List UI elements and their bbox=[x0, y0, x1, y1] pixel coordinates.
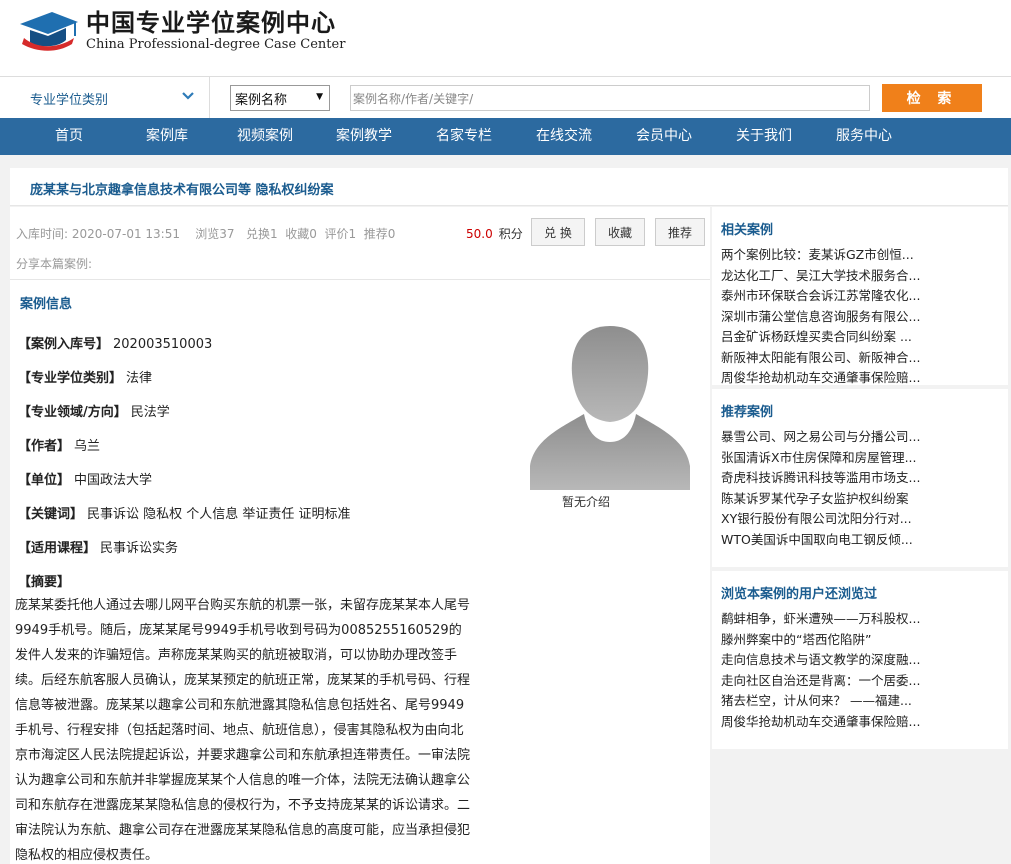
list-item[interactable]: 暴雪公司、网之易公司与分播公司... bbox=[721, 427, 1001, 448]
search-bar: 专业学位类别 案例名称 ▼ 案例名称/作者/关键字/ 检 索 bbox=[0, 76, 1011, 119]
field-case-number: 【案例入库号】 202003510003 bbox=[18, 333, 212, 352]
select-arrow-icon: ▼ bbox=[316, 92, 323, 102]
field-keywords: 【关键词】 民事诉讼 隐私权 个人信息 举证责任 证明标准 bbox=[18, 503, 351, 522]
field-key: 【专业学位类别】 bbox=[18, 371, 123, 386]
list-item[interactable]: 张国清诉X市住房保障和房屋管理... bbox=[721, 448, 1001, 469]
also-viewed-box: 浏览本案例的用户还浏览过 鹬蚌相争，虾米遭殃——万科股权... 滕州弊案中的“塔… bbox=[712, 571, 1008, 749]
field-key: 【单位】 bbox=[18, 473, 71, 488]
list-item[interactable]: 泰州市环保联合会诉江苏常隆农化... bbox=[721, 286, 1001, 307]
nav-item-expert-column[interactable]: 名家专栏 bbox=[414, 118, 514, 155]
list-item[interactable]: 新阪神太阳能有限公司、新阪神合... bbox=[721, 348, 1001, 369]
nav-item-case-teaching[interactable]: 案例教学 bbox=[314, 118, 414, 155]
field-key: 【案例入库号】 bbox=[18, 337, 110, 352]
field-key: 【作者】 bbox=[18, 439, 71, 454]
list-item[interactable]: 吕金矿诉杨跃煌买卖合同纠纷案 ... bbox=[721, 327, 1001, 348]
list-item[interactable]: 陈某诉罗某代孕子女监护权纠纷案 bbox=[721, 489, 1001, 510]
case-main-panel: 入库时间: 2020-07-01 13:51 浏览37 兑换1 收藏0 评价1 … bbox=[10, 207, 710, 864]
case-title-bar: 庞某某与北京趣拿信息技术有限公司等 隐私权纠纷案 bbox=[10, 168, 1008, 206]
recommend-button[interactable]: 推荐 bbox=[655, 218, 705, 246]
related-cases-box: 相关案例 两个案例比较：麦某诉GZ市创恒... 龙达化工厂、吴江大学技术服务合.… bbox=[712, 207, 1008, 385]
list-item[interactable]: 龙达化工厂、吴江大学技术服务合... bbox=[721, 266, 1001, 287]
field-key: 【专业领域/方向】 bbox=[18, 405, 127, 420]
field-domain: 【专业领域/方向】 民法学 bbox=[18, 401, 170, 420]
field-value: 中国政法大学 bbox=[74, 473, 153, 488]
share-label: 分享本篇案例: bbox=[16, 257, 93, 271]
field-key: 【适用课程】 bbox=[18, 541, 97, 556]
exchange-button[interactable]: 兑 换 bbox=[531, 218, 585, 246]
list-item[interactable]: 周俊华抢劫机动车交通肇事保险赔... bbox=[721, 368, 1001, 389]
site-title-cn: 中国专业学位案例中心 bbox=[86, 9, 336, 37]
points-unit: 积分 bbox=[498, 227, 523, 241]
list-item[interactable]: 走向社区自治还是背离：一个居委... bbox=[721, 671, 1001, 692]
abstract-title: 【摘要】 bbox=[18, 575, 71, 590]
search-type-select[interactable]: 案例名称 ▼ bbox=[230, 85, 330, 111]
graduation-cap-icon bbox=[20, 12, 78, 51]
nav-item-about-us[interactable]: 关于我们 bbox=[714, 118, 814, 155]
field-value: 民法学 bbox=[130, 405, 170, 420]
abstract-text: 庞某某委托他人通过去哪儿网平台购买东航的机票一张，未留存庞某某本人尾号9949手… bbox=[15, 598, 471, 863]
field-value: 法律 bbox=[126, 371, 153, 386]
field-value: 202003510003 bbox=[113, 337, 213, 352]
also-viewed-list: 鹬蚌相争，虾米遭殃——万科股权... 滕州弊案中的“塔西佗陷阱” 走向信息技术与… bbox=[721, 609, 1001, 732]
list-item[interactable]: 两个案例比较：麦某诉GZ市创恒... bbox=[721, 245, 1001, 266]
related-cases-list: 两个案例比较：麦某诉GZ市创恒... 龙达化工厂、吴江大学技术服务合... 泰州… bbox=[721, 245, 1001, 389]
list-item[interactable]: 鹬蚌相争，虾米遭殃——万科股权... bbox=[721, 609, 1001, 630]
avatar-caption: 暂无介绍 bbox=[562, 495, 611, 509]
person-placeholder-icon bbox=[530, 326, 690, 490]
field-value: 民事诉讼实务 bbox=[100, 541, 179, 556]
search-button[interactable]: 检 索 bbox=[882, 84, 982, 112]
chevron-down-icon bbox=[182, 92, 194, 100]
field-key: 【关键词】 bbox=[18, 507, 84, 522]
nav-item-home[interactable]: 首页 bbox=[20, 118, 118, 155]
list-item[interactable]: 滕州弊案中的“塔西佗陷阱” bbox=[721, 630, 1001, 651]
search-placeholder: 案例名称/作者/关键字/ bbox=[353, 91, 474, 106]
nav-item-online-exchange[interactable]: 在线交流 bbox=[514, 118, 614, 155]
list-item[interactable]: 奇虎科技诉腾讯科技等滥用市场支... bbox=[721, 468, 1001, 489]
nav-item-service-center[interactable]: 服务中心 bbox=[814, 118, 914, 155]
list-item[interactable]: 走向信息技术与语文教学的深度融... bbox=[721, 650, 1001, 671]
main-nav: 首页 案例库 视频案例 案例教学 名家专栏 在线交流 会员中心 关于我们 服务中… bbox=[0, 118, 1011, 155]
favorite-button[interactable]: 收藏 bbox=[595, 218, 645, 246]
field-value: 乌兰 bbox=[74, 439, 101, 454]
list-item[interactable]: 猪去栏空，计从何来？ ——福建... bbox=[721, 691, 1001, 712]
site-header: 中国专业学位案例中心 China Professional-degree Cas… bbox=[0, 0, 1011, 76]
recommended-cases-title: 推荐案例 bbox=[721, 405, 774, 420]
list-item[interactable]: XY银行股份有限公司沈阳分行对... bbox=[721, 509, 1001, 530]
nav-item-member-center[interactable]: 会员中心 bbox=[614, 118, 714, 155]
points-display: 50.0 积分 bbox=[466, 225, 523, 242]
field-unit: 【单位】 中国政法大学 bbox=[18, 469, 152, 488]
search-input[interactable]: 案例名称/作者/关键字/ bbox=[350, 85, 870, 111]
degree-category-dropdown[interactable]: 专业学位类别 bbox=[10, 77, 210, 119]
recommended-cases-box: 推荐案例 暴雪公司、网之易公司与分播公司... 张国清诉X市住房保障和房屋管理.… bbox=[712, 389, 1008, 567]
list-item[interactable]: 周俊华抢劫机动车交通肇事保险赔... bbox=[721, 712, 1001, 733]
field-value: 民事诉讼 隐私权 个人信息 举证责任 证明标准 bbox=[87, 507, 351, 522]
search-type-value: 案例名称 bbox=[235, 92, 288, 108]
also-viewed-title: 浏览本案例的用户还浏览过 bbox=[721, 587, 878, 602]
divider bbox=[10, 279, 710, 280]
field-course: 【适用课程】 民事诉讼实务 bbox=[18, 537, 178, 556]
site-logo[interactable]: 中国专业学位案例中心 China Professional-degree Cas… bbox=[18, 8, 345, 52]
list-item[interactable]: 深圳市蒲公堂信息咨询服务有限公... bbox=[721, 307, 1001, 328]
site-title-en: China Professional-degree Case Center bbox=[86, 37, 346, 52]
recommended-cases-list: 暴雪公司、网之易公司与分播公司... 张国清诉X市住房保障和房屋管理... 奇虎… bbox=[721, 427, 1001, 550]
nav-item-case-library[interactable]: 案例库 bbox=[118, 118, 216, 155]
case-title: 庞某某与北京趣拿信息技术有限公司等 隐私权纠纷案 bbox=[30, 183, 334, 198]
nav-item-video-cases[interactable]: 视频案例 bbox=[216, 118, 314, 155]
case-meta: 入库时间: 2020-07-01 13:51 浏览37 兑换1 收藏0 评价1 … bbox=[16, 227, 396, 241]
case-info-title: 案例信息 bbox=[20, 297, 73, 312]
field-degree-category: 【专业学位类别】 法律 bbox=[18, 367, 152, 386]
degree-category-label: 专业学位类别 bbox=[30, 92, 109, 108]
related-cases-title: 相关案例 bbox=[721, 223, 774, 238]
list-item[interactable]: WTO美国诉中国取向电工钢反倾... bbox=[721, 530, 1001, 551]
field-author: 【作者】 乌兰 bbox=[18, 435, 100, 454]
points-value: 50.0 bbox=[466, 227, 493, 241]
